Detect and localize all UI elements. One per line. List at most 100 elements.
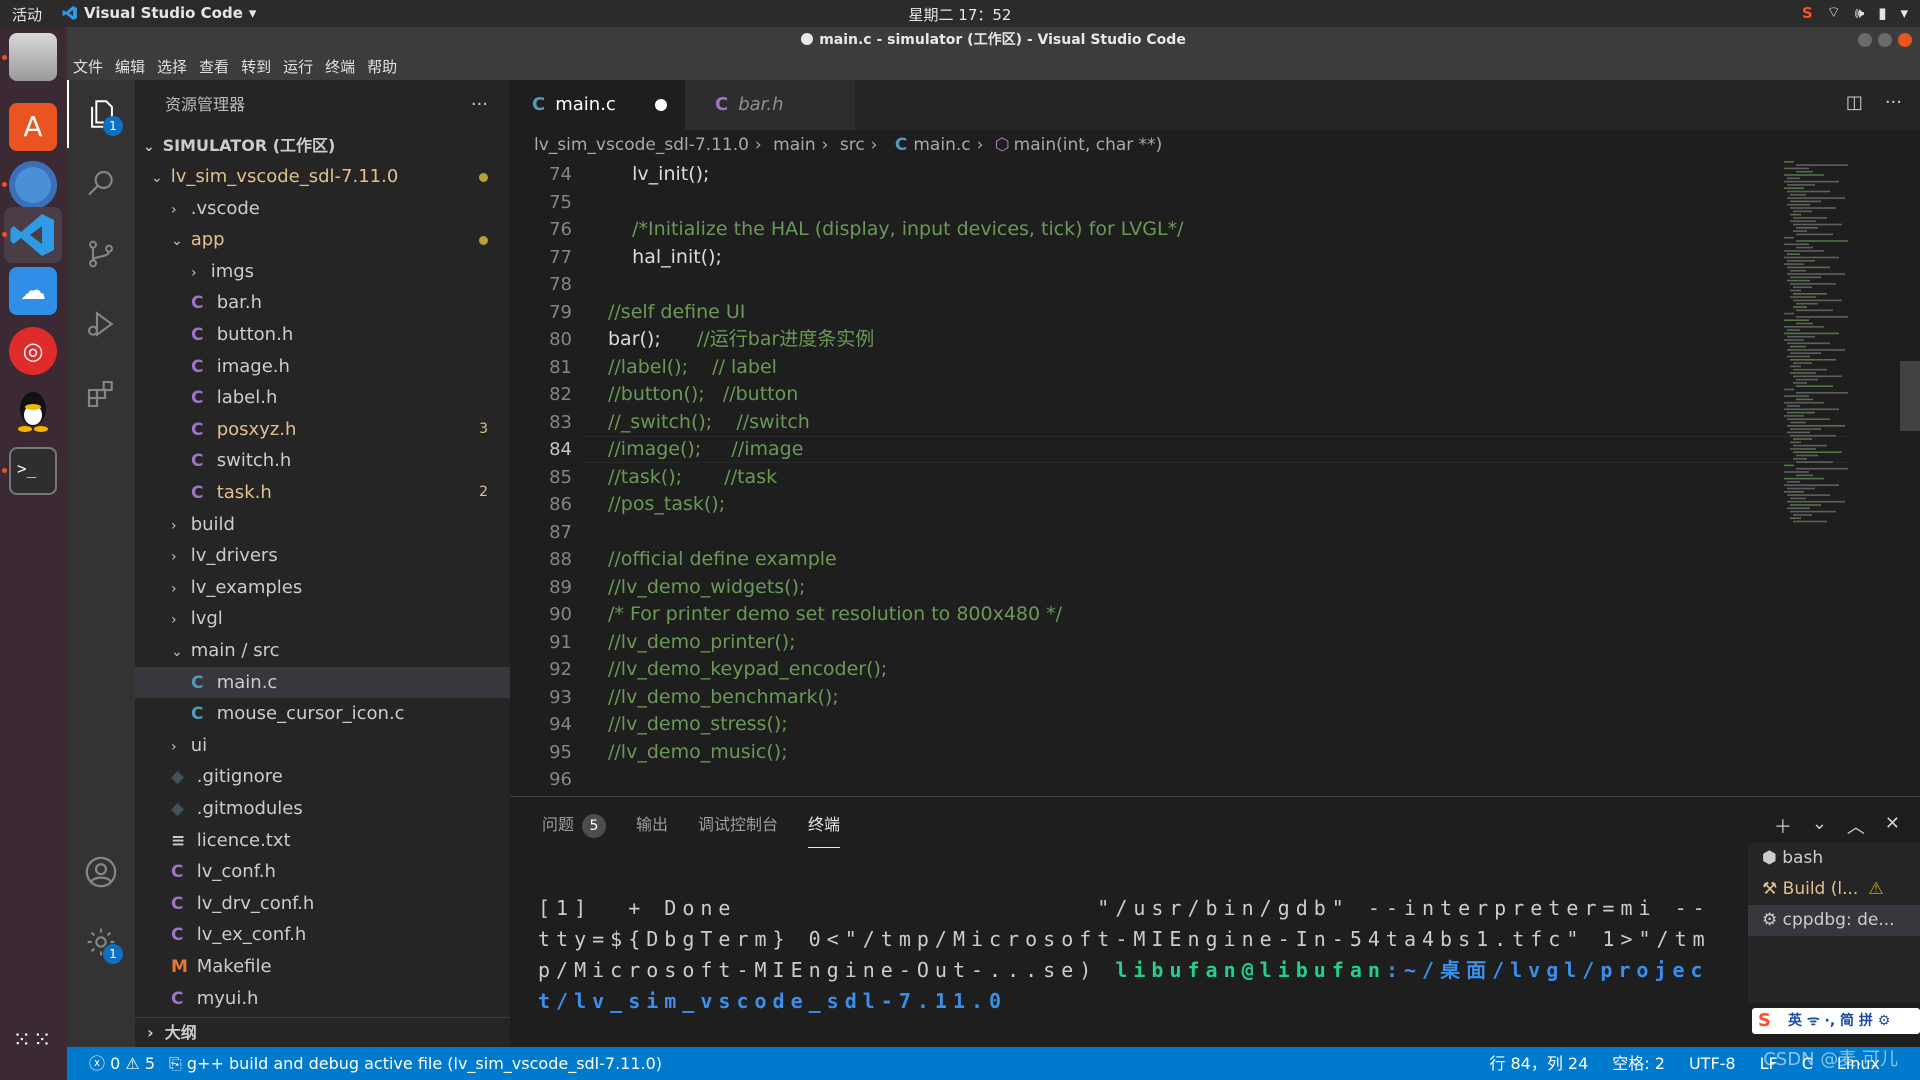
run-debug-icon[interactable] <box>67 290 135 358</box>
breadcrumb-item[interactable]: main(int, char **) <box>1014 135 1163 155</box>
minimap-line <box>1790 517 1801 519</box>
problems-status[interactable]: ⓧ 0 ⚠ 5 <box>89 1047 155 1080</box>
menu-terminal[interactable]: 终端 <box>325 56 355 77</box>
tab-main-c[interactable]: Cmain.c <box>510 80 685 130</box>
tree-item-makefile[interactable]: M Makefile <box>135 951 510 982</box>
terminal-icon[interactable]: >_ <box>9 447 57 495</box>
tree-item-app[interactable]: ⌄ app <box>135 224 510 255</box>
tree-item-lv-drv-conf-h[interactable]: C lv_drv_conf.h <box>135 888 510 919</box>
menu-file[interactable]: 文件 <box>73 56 103 77</box>
breadcrumb-item[interactable]: src <box>840 135 865 155</box>
vscode-dock-icon[interactable] <box>4 207 62 263</box>
breadcrumb-item[interactable]: main.c <box>913 135 970 155</box>
tab-problems[interactable]: 问题 5 <box>542 811 607 838</box>
menu-go[interactable]: 转到 <box>241 56 271 77</box>
tree-item-lv-sim-vscode-sdl-7-11-0[interactable]: ⌄ lv_sim_vscode_sdl-7.11.0 <box>135 161 510 192</box>
qq-icon[interactable] <box>9 385 57 433</box>
terminal-item-bash[interactable]: ⬢ bash <box>1748 843 1920 874</box>
menu-help[interactable]: 帮助 <box>367 56 397 77</box>
tree-item-posxyz-h[interactable]: C posxyz.h 3 <box>135 414 510 445</box>
minimap-line <box>1787 279 1810 282</box>
ime-toolbar[interactable]: S 英 ᯤ ·, 简 拼 ⚙ <box>1752 1008 1920 1034</box>
chromium-icon[interactable] <box>9 161 57 209</box>
chevron-down-icon[interactable]: ▾ <box>1900 4 1908 22</box>
terminal-item-build[interactable]: ⚒ Build (l... ⚠ <box>1748 874 1920 905</box>
netease-music-icon[interactable]: ◎ <box>9 327 57 375</box>
clock[interactable]: 星期二 17：52 <box>0 4 1920 25</box>
tree-item-task-h[interactable]: C task.h 2 <box>135 477 510 508</box>
explorer-icon[interactable]: 1 <box>67 80 135 148</box>
volume-icon[interactable]: 🕪 <box>1855 4 1864 22</box>
menu-run[interactable]: 运行 <box>283 56 313 77</box>
indentation[interactable]: 空格: 2 <box>1612 1047 1665 1080</box>
menu-selection[interactable]: 选择 <box>157 56 187 77</box>
chevron-down-icon[interactable]: ⌄ <box>1812 813 1827 839</box>
tree-item-bar-h[interactable]: C bar.h <box>135 287 510 318</box>
minimap-line <box>1787 266 1830 269</box>
close-button[interactable] <box>1898 33 1912 47</box>
manage-gear-icon[interactable]: 1 <box>67 908 135 976</box>
cursor-position[interactable]: 行 84，列 24 <box>1489 1047 1588 1080</box>
tree-item-lv-ex-conf-h[interactable]: C lv_ex_conf.h <box>135 919 510 950</box>
tree-item-label-h[interactable]: C label.h <box>135 382 510 413</box>
tree-item-mouse-cursor-icon-c[interactable]: C mouse_cursor_icon.c <box>135 698 510 729</box>
breadcrumb-item[interactable]: main <box>773 135 815 155</box>
tab-output[interactable]: 输出 <box>636 811 668 838</box>
files-icon[interactable] <box>9 33 57 81</box>
vertical-scrollbar[interactable] <box>1900 361 1920 431</box>
cloud-drive-icon[interactable]: ☁ <box>9 267 57 315</box>
tree-item-licence-txt[interactable]: ≡ licence.txt <box>135 825 510 856</box>
tree-item-lv-examples[interactable]: › lv_examples <box>135 572 510 603</box>
tab-debug-console[interactable]: 调试控制台 <box>698 811 778 838</box>
terminal-output[interactable]: [1] + Done "/usr/bin/gdb" --interpreter=… <box>538 893 1718 1017</box>
encoding[interactable]: UTF-8 <box>1689 1047 1736 1080</box>
tree-item-image-h[interactable]: C image.h <box>135 351 510 382</box>
split-editor-icon[interactable]: ◫ <box>1846 92 1863 113</box>
workspace-header[interactable]: ⌄ SIMULATOR (工作区) <box>135 130 510 161</box>
tree-item-imgs[interactable]: › imgs <box>135 256 510 287</box>
tree-item-ui[interactable]: › ui <box>135 730 510 761</box>
code-editor[interactable]: 74 lv_init(); 75 76 /*Initialize the HAL (… <box>510 161 1920 796</box>
show-apps-icon[interactable]: ⁙⁙ <box>9 1017 57 1065</box>
minimize-button[interactable] <box>1858 33 1872 47</box>
more-actions-icon[interactable]: ··· <box>471 80 488 130</box>
tab-terminal[interactable]: 终端 <box>808 811 841 848</box>
terminal-item-cppdbg[interactable]: ⚙ cppdbg: de... <box>1748 905 1920 936</box>
tree-item-gitignore[interactable]: ◆ .gitignore <box>135 761 510 792</box>
task-status[interactable]: ⎘ g++ build and debug active file (lv_si… <box>169 1047 662 1080</box>
unsaved-dot-icon[interactable] <box>655 99 667 111</box>
breadcrumb-item[interactable]: lv_sim_vscode_sdl-7.11.0 <box>534 135 749 155</box>
menu-edit[interactable]: 编辑 <box>115 56 145 77</box>
tree-item-main-src[interactable]: ⌄ main / src <box>135 635 510 666</box>
menu-view[interactable]: 查看 <box>199 56 229 77</box>
maximize-panel-icon[interactable]: ︿ <box>1847 813 1865 839</box>
tree-item-switch-h[interactable]: C switch.h <box>135 445 510 476</box>
tree-item-lv-drivers[interactable]: › lv_drivers <box>135 540 510 571</box>
tree-item-vscode[interactable]: › .vscode <box>135 193 510 224</box>
extensions-icon[interactable] <box>67 360 135 428</box>
code-text: //self define UI <box>608 300 746 323</box>
source-control-icon[interactable] <box>67 220 135 288</box>
code-text: //lv_demo_keypad_encoder(); <box>608 658 888 680</box>
search-icon[interactable] <box>67 150 135 218</box>
wifi-icon[interactable]: ⌔ <box>1827 3 1841 22</box>
close-panel-icon[interactable]: ✕ <box>1885 813 1900 839</box>
minimap[interactable] <box>1780 161 1870 561</box>
more-actions-icon[interactable]: ··· <box>1885 92 1902 113</box>
maximize-button[interactable] <box>1878 33 1892 47</box>
outline-section[interactable]: › 大纲 <box>135 1017 510 1047</box>
tree-item-main-c[interactable]: C main.c <box>135 666 510 698</box>
new-terminal-icon[interactable]: ＋ <box>1774 813 1792 839</box>
tab-bar-h[interactable]: Cbar.h <box>685 80 855 130</box>
tree-item-lv-conf-h[interactable]: C lv_conf.h <box>135 856 510 887</box>
software-center-icon[interactable]: A <box>9 103 57 151</box>
tree-item-gitmodules[interactable]: ◆ .gitmodules <box>135 793 510 824</box>
tree-item-build[interactable]: › build <box>135 509 510 540</box>
accounts-icon[interactable] <box>67 838 135 906</box>
tree-item-button-h[interactable]: C button.h <box>135 319 510 350</box>
sogou-icon[interactable]: S <box>1802 4 1813 22</box>
tree-item-lvgl[interactable]: › lvgl <box>135 603 510 634</box>
tree-item-myui-h[interactable]: C myui.h <box>135 983 510 1014</box>
battery-icon[interactable]: ▮ <box>1878 4 1886 22</box>
system-tray[interactable]: S ⌔ 🕪 ▮ ▾ <box>1802 3 1908 22</box>
